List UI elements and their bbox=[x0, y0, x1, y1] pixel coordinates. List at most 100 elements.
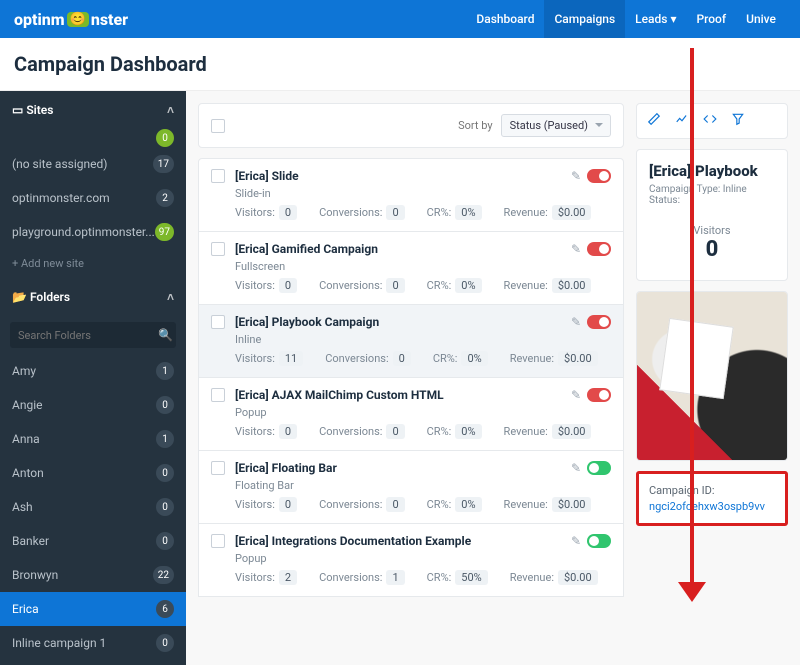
folder-label: Banker bbox=[12, 534, 49, 548]
campaign-stats: Visitors:0Conversions:0CR%:0%Revenue:$0.… bbox=[235, 279, 611, 292]
site-label: playground.optinmonster... bbox=[12, 225, 155, 239]
edit-icon[interactable] bbox=[647, 112, 661, 130]
campaign-detail: [Erica] Playbook Campaign Type: Inline S… bbox=[636, 149, 788, 281]
campaign-checkbox[interactable] bbox=[211, 242, 225, 256]
sidebar-folder[interactable]: Amy1 bbox=[0, 354, 186, 388]
folder-label: Ash bbox=[12, 500, 33, 514]
detail-column: [Erica] Playbook Campaign Type: Inline S… bbox=[636, 103, 788, 653]
select-all-checkbox[interactable] bbox=[211, 119, 225, 133]
campaign-checkbox[interactable] bbox=[211, 461, 225, 475]
status-toggle[interactable] bbox=[587, 169, 611, 183]
analytics-icon[interactable] bbox=[675, 112, 689, 130]
nav-unive[interactable]: Unive bbox=[736, 0, 786, 38]
folder-label: Erica bbox=[12, 602, 39, 616]
folder-label: Bronwyn bbox=[12, 568, 58, 582]
chevron-up-icon: ˄ bbox=[167, 290, 174, 304]
status-toggle[interactable] bbox=[587, 315, 611, 329]
campaign-type: Inline bbox=[235, 333, 611, 346]
nav-proof[interactable]: Proof bbox=[686, 0, 736, 38]
campaign-checkbox[interactable] bbox=[211, 315, 225, 329]
campaign-checkbox[interactable] bbox=[211, 169, 225, 183]
campaign-stats: Visitors:0Conversions:0CR%:0%Revenue:$0.… bbox=[235, 425, 611, 438]
sort-select[interactable]: Status (Paused) bbox=[501, 114, 611, 137]
count-badge: 6 bbox=[156, 600, 174, 618]
campaign-title: [Erica] Slide bbox=[235, 169, 299, 183]
sidebar-folder[interactable]: Angie 0 bbox=[0, 388, 186, 422]
status-toggle[interactable] bbox=[587, 461, 611, 475]
folders-header[interactable]: 📂 Folders ˄ bbox=[0, 278, 186, 316]
count-badge: 0 bbox=[156, 532, 174, 550]
campaign-type: Popup bbox=[235, 552, 611, 565]
campaign-type: Popup bbox=[235, 406, 611, 419]
campaign-checkbox[interactable] bbox=[211, 388, 225, 402]
sidebar-folder[interactable]: Anton0 bbox=[0, 456, 186, 490]
campaign-card[interactable]: [Erica] AJAX MailChimp Custom HTML✎Popup… bbox=[198, 378, 624, 451]
annotation-arrow bbox=[690, 48, 694, 588]
sites-total-badge: 0 bbox=[156, 129, 174, 147]
folder-label: Angie bbox=[12, 398, 42, 412]
page-header: Campaign Dashboard bbox=[0, 38, 800, 91]
filter-icon[interactable] bbox=[731, 112, 745, 130]
folder-label: Amy bbox=[12, 364, 36, 378]
count-badge: 17 bbox=[153, 155, 174, 173]
visitors-label: Visitors bbox=[649, 224, 775, 237]
campaign-id-box: Campaign ID: ngci2ofdehxw3ospb9vv bbox=[636, 471, 788, 526]
status-toggle[interactable] bbox=[587, 388, 611, 402]
detail-title: [Erica] Playbook bbox=[649, 162, 775, 180]
campaign-title: [Erica] Playbook Campaign bbox=[235, 315, 379, 329]
folder-open-icon: 📂 bbox=[12, 290, 27, 304]
edit-icon[interactable]: ✎ bbox=[571, 388, 581, 402]
sidebar-folder[interactable]: Bronwyn22 bbox=[0, 558, 186, 592]
sidebar-folder[interactable]: Erica 6 bbox=[0, 592, 186, 626]
campaign-card[interactable]: [Erica] Gamified Campaign✎FullscreenVisi… bbox=[198, 232, 624, 305]
detail-meta: Campaign Type: Inline Status: bbox=[649, 184, 775, 206]
sidebar-folder[interactable]: Ash0 bbox=[0, 490, 186, 524]
logo: optinm😊nster bbox=[14, 10, 128, 29]
campaign-title: [Erica] Integrations Documentation Examp… bbox=[235, 534, 471, 548]
chevron-down-icon: ▾ bbox=[670, 12, 676, 26]
sidebar-folder[interactable]: Banker 0 bbox=[0, 524, 186, 558]
sort-bar: Sort by Status (Paused) bbox=[198, 103, 624, 148]
site-label: optinmonster.com bbox=[12, 191, 110, 205]
add-site-button[interactable]: + Add new site bbox=[0, 249, 186, 278]
edit-icon[interactable]: ✎ bbox=[571, 315, 581, 329]
campaign-stats: Visitors:0Conversions:0CR%:0%Revenue:$0.… bbox=[235, 498, 611, 511]
detail-toolbar bbox=[636, 103, 788, 139]
sites-header[interactable]: ▭ Sites ˄ bbox=[0, 91, 186, 129]
campaign-id-value[interactable]: ngci2ofdehxw3ospb9vv bbox=[649, 500, 775, 513]
campaign-stats: Visitors:11Conversions:0CR%:0%Revenue:$0… bbox=[235, 352, 611, 365]
sidebar-site[interactable]: (no site assigned)17 bbox=[0, 147, 186, 181]
nav-campaigns[interactable]: Campaigns bbox=[544, 0, 625, 38]
sidebar-site[interactable]: optinmonster.com2 bbox=[0, 181, 186, 215]
edit-icon[interactable]: ✎ bbox=[571, 169, 581, 183]
campaign-card[interactable]: [Erica] Floating Bar✎Floating BarVisitor… bbox=[198, 451, 624, 524]
edit-icon[interactable]: ✎ bbox=[571, 534, 581, 548]
search-icon: 🔍 bbox=[158, 328, 173, 342]
sidebar-site[interactable]: playground.optinmonster...97 bbox=[0, 215, 186, 249]
edit-icon[interactable]: ✎ bbox=[571, 242, 581, 256]
status-toggle[interactable] bbox=[587, 534, 611, 548]
folder-label: Anton bbox=[12, 466, 44, 480]
folder-search[interactable]: 🔍 bbox=[10, 322, 176, 348]
folder-search-input[interactable] bbox=[18, 329, 158, 342]
count-badge: 0 bbox=[156, 396, 174, 414]
campaign-stats: Visitors:2Conversions:1CR%:50%Revenue:$0… bbox=[235, 571, 611, 584]
nav-dashboard[interactable]: Dashboard bbox=[466, 0, 544, 38]
page-title: Campaign Dashboard bbox=[14, 52, 786, 76]
content: Sort by Status (Paused) [Erica] Slide✎Sl… bbox=[186, 91, 800, 665]
code-icon[interactable] bbox=[703, 112, 717, 130]
nav-leads[interactable]: Leads ▾ bbox=[625, 0, 686, 38]
folder-label: Anna bbox=[12, 432, 40, 446]
edit-icon[interactable]: ✎ bbox=[571, 461, 581, 475]
sidebar-folder[interactable]: Anna1 bbox=[0, 422, 186, 456]
count-badge: 0 bbox=[156, 634, 174, 652]
status-toggle[interactable] bbox=[587, 242, 611, 256]
sidebar-folder[interactable]: Inline campaign 1 0 bbox=[0, 626, 186, 660]
campaign-card[interactable]: [Erica] Integrations Documentation Examp… bbox=[198, 524, 624, 597]
count-badge: 97 bbox=[155, 223, 174, 241]
campaign-checkbox[interactable] bbox=[211, 534, 225, 548]
campaign-card[interactable]: [Erica] Playbook Campaign ✎ Inline Visitors… bbox=[198, 305, 624, 378]
visitors-value: 0 bbox=[649, 237, 775, 262]
campaign-card[interactable]: [Erica] Slide✎Slide-inVisitors:0Conversi… bbox=[198, 158, 624, 232]
folder-label: Inline campaign 1 bbox=[12, 636, 106, 650]
